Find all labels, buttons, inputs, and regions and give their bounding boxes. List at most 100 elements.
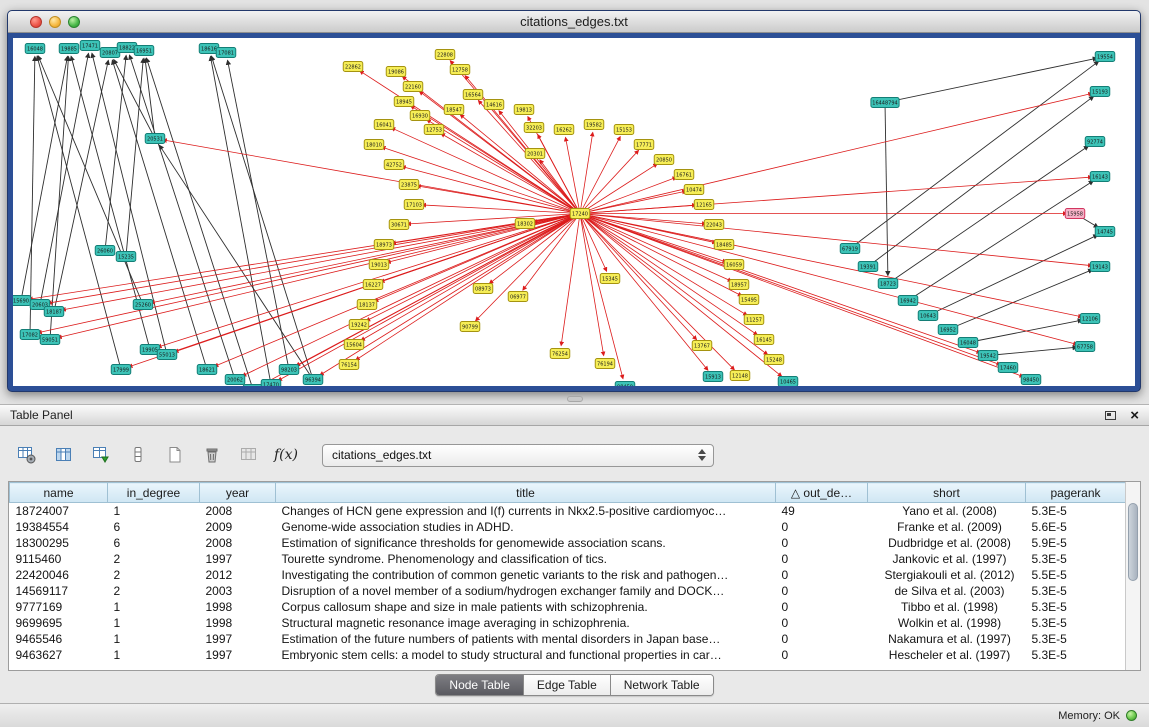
float-panel-icon[interactable] [1105, 411, 1116, 420]
column-header-pagerank[interactable]: pagerank [1026, 483, 1126, 503]
graph-node[interactable]: 17082 [20, 330, 40, 340]
graph-node[interactable]: 18302 [515, 219, 535, 229]
graph-node[interactable]: 13767 [692, 341, 712, 351]
create-column-button[interactable] [162, 442, 188, 468]
table-row[interactable]: 1872400712008Changes of HCN gene express… [10, 503, 1126, 519]
graph-node[interactable]: 55013 [157, 350, 177, 360]
graph-node[interactable]: 42752 [384, 160, 404, 170]
graph-node[interactable]: 19885 [59, 44, 79, 54]
graph-node[interactable]: 16048 [25, 44, 45, 54]
graph-node[interactable]: 18008 [243, 385, 263, 387]
column-header-name[interactable]: name [10, 483, 108, 503]
function-builder-button[interactable]: f(x) [273, 442, 299, 468]
tab-network-table[interactable]: Network Table [611, 675, 713, 695]
graph-node[interactable]: 17240 [570, 209, 590, 219]
graph-node[interactable]: 19143 [1090, 262, 1110, 272]
graph-node[interactable]: 32203 [524, 123, 544, 133]
graph-node[interactable]: 18137 [357, 300, 377, 310]
graph-node[interactable]: 18957 [729, 280, 749, 290]
graph-node[interactable]: 17081 [216, 48, 236, 58]
column-header-out-degree[interactable]: △ out_de… [776, 483, 868, 503]
graph-node[interactable]: 12753 [424, 125, 444, 135]
window-titlebar[interactable]: citations_edges.txt [8, 11, 1140, 33]
graph-node[interactable]: 14616 [484, 100, 504, 110]
graph-node[interactable]: 67758 [1075, 342, 1095, 352]
graph-node[interactable]: 16143 [1090, 172, 1110, 182]
graph-node[interactable]: 17103 [404, 200, 424, 210]
graph-node[interactable]: 18973 [374, 240, 394, 250]
graph-node[interactable]: 90799 [460, 322, 480, 332]
column-header-in-degree[interactable]: in_degree [108, 483, 200, 503]
show-columns-button[interactable] [51, 442, 77, 468]
graph-node[interactable]: 20062 [225, 375, 245, 385]
graph-node[interactable]: 18547 [444, 105, 464, 115]
graph-node[interactable]: 16262 [554, 125, 574, 135]
network-window[interactable]: citations_edges.txt 17240 22862 19086 22160… [7, 10, 1141, 392]
graph-node[interactable]: 17470 [261, 380, 281, 387]
graph-node[interactable]: 76254 [550, 349, 570, 359]
graph-node[interactable]: 15604 [344, 340, 364, 350]
panel-resize-grip[interactable] [567, 396, 583, 402]
graph-node[interactable]: 15690 [13, 296, 31, 306]
graph-node[interactable]: 18010 [364, 140, 384, 150]
column-header-short[interactable]: short [868, 483, 1026, 503]
graph-node[interactable]: 16952 [938, 325, 958, 335]
graph-node[interactable]: 19542 [978, 351, 998, 361]
zoom-window-button[interactable] [68, 16, 80, 28]
graph-node[interactable]: 15958 [1065, 209, 1085, 219]
graph-node[interactable]: 16942 [898, 296, 918, 306]
import-table-button[interactable] [88, 442, 114, 468]
graph-node[interactable]: 20301 [525, 149, 545, 159]
table-row[interactable]: 911546021997Tourette syndrome. Phenomeno… [10, 551, 1126, 567]
column-header-year[interactable]: year [200, 483, 276, 503]
graph-node[interactable]: 12165 [694, 200, 714, 210]
minimize-window-button[interactable] [49, 16, 61, 28]
table-row[interactable]: 2242004622012Investigating the contribut… [10, 567, 1126, 583]
graph-node[interactable]: 19086 [386, 67, 406, 77]
graph-node[interactable]: 18621 [197, 365, 217, 375]
graph-node[interactable]: 22043 [704, 220, 724, 230]
graph-node[interactable]: 67919 [840, 244, 860, 254]
graph-node[interactable]: 16761 [674, 170, 694, 180]
graph-node[interactable]: 25260 [133, 300, 153, 310]
graph-node[interactable]: 23875 [399, 180, 419, 190]
graph-node[interactable]: 14745 [1095, 227, 1115, 237]
graph-node[interactable]: 22160 [403, 82, 423, 92]
graph-node[interactable]: 17471 [80, 41, 100, 51]
table-row[interactable]: 1456911722003Disruption of a novel membe… [10, 583, 1126, 599]
graph-node[interactable]: 15913 [703, 372, 723, 382]
graph-node[interactable]: 16145 [754, 335, 774, 345]
graph-node[interactable]: 16227 [363, 280, 383, 290]
graph-node[interactable]: 76194 [595, 359, 615, 369]
graph-node[interactable]: 20850 [654, 155, 674, 165]
graph-node[interactable]: 16930 [410, 111, 430, 121]
table-row[interactable]: 1830029562008Estimation of significance … [10, 535, 1126, 551]
graph-node[interactable]: 59051 [40, 335, 60, 345]
graph-node[interactable]: 20531 [145, 134, 165, 144]
graph-node[interactable]: 19813 [514, 105, 534, 115]
graph-node[interactable]: 15235 [116, 252, 136, 262]
graph-node[interactable]: 30671 [389, 220, 409, 230]
graph-node[interactable]: 19554 [1095, 52, 1115, 62]
graph-node[interactable]: 19582 [584, 120, 604, 130]
graph-node[interactable]: 15153 [614, 125, 634, 135]
delete-button[interactable] [199, 442, 225, 468]
citation-graph-canvas[interactable]: 1724022862190862216018945169301275316041… [13, 38, 1135, 386]
graph-node[interactable]: 22862 [343, 62, 363, 72]
graph-node[interactable]: 22808 [435, 50, 455, 60]
table-row[interactable]: 1938455462009Genome-wide association stu… [10, 519, 1126, 535]
network-view[interactable]: 1724022862190862216018945169301275316041… [13, 38, 1135, 386]
graph-node[interactable]: 76154 [339, 360, 359, 370]
graph-node[interactable]: 10643 [918, 311, 938, 321]
tab-node-table[interactable]: Node Table [436, 675, 524, 695]
graph-node[interactable]: 15193 [1090, 87, 1110, 97]
graph-node[interactable]: 12106 [1080, 314, 1100, 324]
table-row[interactable]: 946554611997Estimation of the future num… [10, 631, 1126, 647]
graph-node[interactable]: 16448794 [871, 98, 899, 108]
close-panel-icon[interactable]: × [1130, 408, 1139, 423]
table-row[interactable]: 969969511998Structural magnetic resonanc… [10, 615, 1126, 631]
graph-node[interactable]: 17771 [634, 140, 654, 150]
graph-node[interactable]: 17999 [111, 365, 131, 375]
graph-node[interactable]: 15345 [600, 274, 620, 284]
graph-node[interactable]: 19242 [349, 320, 369, 330]
